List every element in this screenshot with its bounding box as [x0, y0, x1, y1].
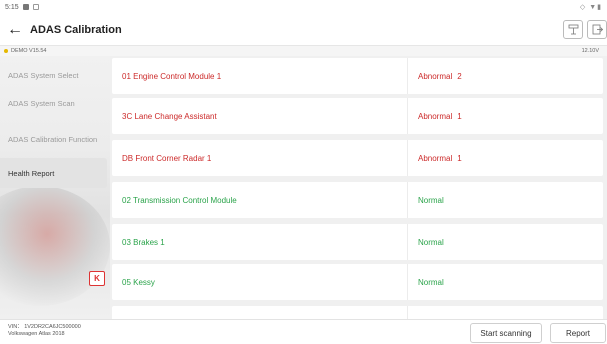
sidebar-item-system-scan[interactable]: ADAS System Scan: [0, 88, 110, 118]
fault-count: 1: [457, 153, 462, 163]
bottom-bar: VIN： 1V2DR2CA6JC500000 Volkswagen Atlas …: [0, 319, 607, 344]
module-row[interactable]: 02 Transmission Control Module Normal: [112, 182, 603, 218]
sidebar: ADAS System Select ADAS System Scan ADAS…: [0, 56, 110, 319]
module-status: Abnormal: [418, 153, 453, 163]
sidebar-item-calibration-function[interactable]: ADAS Calibration Function: [0, 124, 110, 154]
row-divider: [407, 306, 408, 319]
module-status: Normal: [418, 195, 444, 205]
module-name: 05 Kessy: [122, 277, 155, 287]
title-bar: ← ADAS Calibration: [0, 14, 607, 46]
sidebar-item-health-report[interactable]: Health Report: [0, 158, 107, 188]
vehicle-info: VIN： 1V2DR2CA6JC500000 Volkswagen Atlas …: [8, 324, 81, 338]
battery-voltage: 12.10V: [581, 48, 599, 54]
module-status: Normal: [418, 237, 444, 247]
module-row[interactable]: 05 Kessy Normal: [112, 264, 603, 300]
module-list: 01 Engine Control Module 1 Abnormal 2 3C…: [110, 56, 607, 319]
status-right-icons: ◇ ▼▮: [579, 4, 602, 11]
collapse-icon: K: [94, 274, 100, 283]
module-row[interactable]: 03 Brakes 1 Normal: [112, 224, 603, 260]
page-title: ADAS Calibration: [30, 23, 122, 36]
vin-number: VIN： 1V2DR2CA6JC500000: [8, 324, 81, 330]
module-row[interactable]: 3C Lane Change Assistant Abnormal 1: [112, 98, 603, 134]
module-name: 03 Brakes 1: [122, 237, 165, 247]
module-row[interactable]: DB Front Corner Radar 1 Abnormal 1: [112, 140, 603, 176]
sidebar-item-label: Health Report: [8, 168, 55, 178]
info-bar: DEMO V15.54 12.10V: [0, 46, 607, 56]
status-time: 5:15: [5, 3, 19, 11]
vci-connect-button[interactable]: [563, 20, 583, 39]
status-bar: 5:15 ◇ ▼▮: [0, 0, 607, 14]
module-row[interactable]: 01 Engine Control Module 1 Abnormal 2: [112, 58, 603, 94]
connection-dot-icon: [4, 49, 8, 53]
sidebar-item-system-select[interactable]: ADAS System Select: [0, 60, 110, 90]
vci-icon: [568, 24, 578, 35]
back-arrow-icon: ←: [7, 20, 23, 38]
module-status: Abnormal: [418, 71, 453, 81]
module-status: Abnormal: [418, 111, 453, 121]
fault-count: 2: [457, 71, 462, 81]
software-version: DEMO V15.54: [11, 48, 47, 54]
sidebar-item-label: ADAS System Select: [8, 70, 79, 80]
module-name: 01 Engine Control Module 1: [122, 71, 222, 81]
notification-icon: [22, 4, 29, 10]
module-name: 02 Transmission Control Module: [122, 195, 237, 205]
back-button[interactable]: ←: [0, 15, 30, 45]
start-scanning-button[interactable]: Start scanning: [470, 323, 542, 343]
app-notification-icon: [32, 4, 39, 10]
report-button[interactable]: Report: [550, 323, 606, 343]
module-row-partial[interactable]: [112, 306, 603, 319]
sidebar-item-label: ADAS Calibration Function: [8, 134, 98, 144]
sidebar-item-label: ADAS System Scan: [8, 98, 75, 108]
module-name: 3C Lane Change Assistant: [122, 111, 217, 121]
fault-count: 1: [457, 111, 462, 121]
module-status: Normal: [418, 277, 444, 287]
collapse-sidebar-button[interactable]: K: [89, 271, 105, 286]
car-background-image: [0, 186, 110, 306]
exit-button[interactable]: [587, 20, 607, 39]
vehicle-model: Volkswagen Atlas 2018: [8, 331, 65, 337]
exit-icon: [592, 24, 603, 35]
module-name: DB Front Corner Radar 1: [122, 153, 212, 163]
